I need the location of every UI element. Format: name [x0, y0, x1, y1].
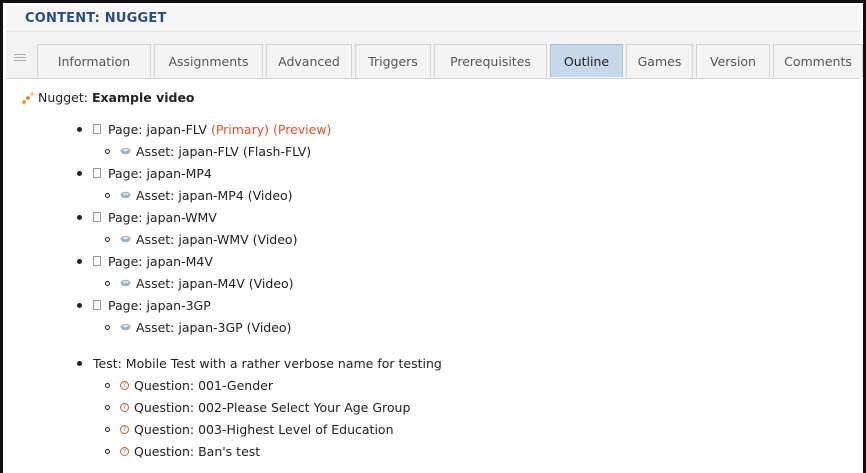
list-item-page: Page: japan-M4V: [77, 253, 213, 269]
page-icon: [93, 124, 101, 134]
asset-icon: [120, 147, 131, 155]
page-label[interactable]: Page: japan-M4V: [108, 254, 213, 269]
nugget-heading: Nugget: Example video: [21, 90, 195, 105]
tab-bar: Information Assignments Advanced Trigger…: [6, 32, 863, 79]
question-label[interactable]: Question: 002-Please Select Your Age Gro…: [134, 400, 410, 415]
question-icon: ?: [120, 424, 129, 434]
page-label[interactable]: Page: japan-WMV: [108, 210, 217, 225]
list-item-page: Page: japan-3GP: [77, 297, 211, 313]
bullet: [105, 148, 110, 154]
list-item-test: Test: Mobile Test with a rather verbose …: [77, 355, 442, 371]
page-icon: [93, 212, 101, 222]
list-item-question: ? Question: 002-Please Select Your Age G…: [105, 399, 410, 415]
list-item-question: ? Question: 001-Gender: [105, 377, 273, 393]
question-icon: ?: [120, 402, 129, 412]
page-icon: [93, 168, 101, 178]
bullet: [105, 404, 110, 410]
asset-icon: [120, 191, 131, 199]
list-item-asset: Asset: japan-WMV (Video): [105, 231, 297, 247]
tab-comments[interactable]: Comments: [773, 44, 863, 77]
question-label[interactable]: Question: 001-Gender: [134, 378, 273, 393]
asset-label[interactable]: Asset: japan-MP4 (Video): [136, 188, 293, 203]
page-label[interactable]: Page: japan-3GP: [108, 298, 211, 313]
bullet: [105, 448, 110, 454]
asset-label[interactable]: Asset: japan-3GP (Video): [136, 320, 291, 335]
bullet: [105, 426, 110, 432]
list-item-page: Page: japan-MP4: [77, 165, 212, 181]
page-icon: [93, 300, 101, 310]
list-item-asset: Asset: japan-MP4 (Video): [105, 187, 293, 203]
question-icon: ?: [120, 380, 129, 390]
list-item-asset: Asset: japan-M4V (Video): [105, 275, 294, 291]
content-panel: CONTENT: NUGGET Information Assignments …: [0, 0, 866, 473]
tab-version[interactable]: Version: [696, 44, 770, 77]
list-item-question: ? Question: 003-Highest Level of Educati…: [105, 421, 394, 437]
bullet: [77, 258, 82, 264]
asset-icon: [120, 323, 131, 331]
bullet: [105, 192, 110, 198]
tab-advanced[interactable]: Advanced: [266, 44, 352, 77]
page-title: CONTENT: NUGGET: [25, 11, 167, 26]
nugget-name[interactable]: Example video: [92, 90, 195, 105]
question-icon: ?: [120, 446, 129, 456]
list-item-asset: Asset: japan-3GP (Video): [105, 319, 291, 335]
preview-link[interactable]: (Preview): [273, 122, 331, 137]
nugget-icon: [22, 91, 34, 104]
page-icon: [93, 256, 101, 266]
tab-outline[interactable]: Outline: [550, 44, 623, 77]
question-label[interactable]: Question: Ban's test: [134, 444, 260, 459]
list-item-page: Page: japan-FLV (Primary) (Preview): [77, 121, 331, 137]
asset-label[interactable]: Asset: japan-WMV (Video): [136, 232, 297, 247]
bullet: [77, 170, 82, 176]
asset-icon: [120, 279, 131, 287]
list-icon[interactable]: [14, 54, 26, 65]
bullet: [77, 214, 82, 220]
list-item-page: Page: japan-WMV: [77, 209, 217, 225]
bullet: [105, 324, 110, 330]
list-item-asset: Asset: japan-FLV (Flash-FLV): [105, 143, 311, 159]
question-label[interactable]: Question: 003-Highest Level of Education: [134, 422, 394, 437]
list-item-question: ? Question: Ban's test: [105, 443, 260, 459]
page-label[interactable]: Page: japan-FLV: [108, 122, 207, 137]
bullet: [77, 360, 82, 366]
primary-link[interactable]: (Primary): [211, 122, 269, 137]
page-label[interactable]: Page: japan-MP4: [108, 166, 212, 181]
bullet: [105, 382, 110, 388]
bullet: [77, 126, 82, 132]
bullet: [105, 236, 110, 242]
asset-label[interactable]: Asset: japan-M4V (Video): [136, 276, 294, 291]
asset-label[interactable]: Asset: japan-FLV (Flash-FLV): [136, 144, 311, 159]
tab-prerequisites[interactable]: Prerequisites: [434, 44, 547, 77]
outline-content: Nugget: Example video Page: japan-FLV (P…: [3, 79, 863, 473]
bullet: [105, 280, 110, 286]
bullet: [77, 302, 82, 308]
title-bar: CONTENT: NUGGET: [6, 6, 860, 32]
asset-icon: [120, 235, 131, 243]
tab-assignments[interactable]: Assignments: [154, 44, 263, 77]
tab-triggers[interactable]: Triggers: [355, 44, 431, 77]
tab-information[interactable]: Information: [37, 44, 151, 77]
test-label[interactable]: Test: Mobile Test with a rather verbose …: [93, 356, 442, 371]
nugget-prefix: Nugget:: [38, 90, 88, 105]
tab-games[interactable]: Games: [626, 44, 693, 77]
